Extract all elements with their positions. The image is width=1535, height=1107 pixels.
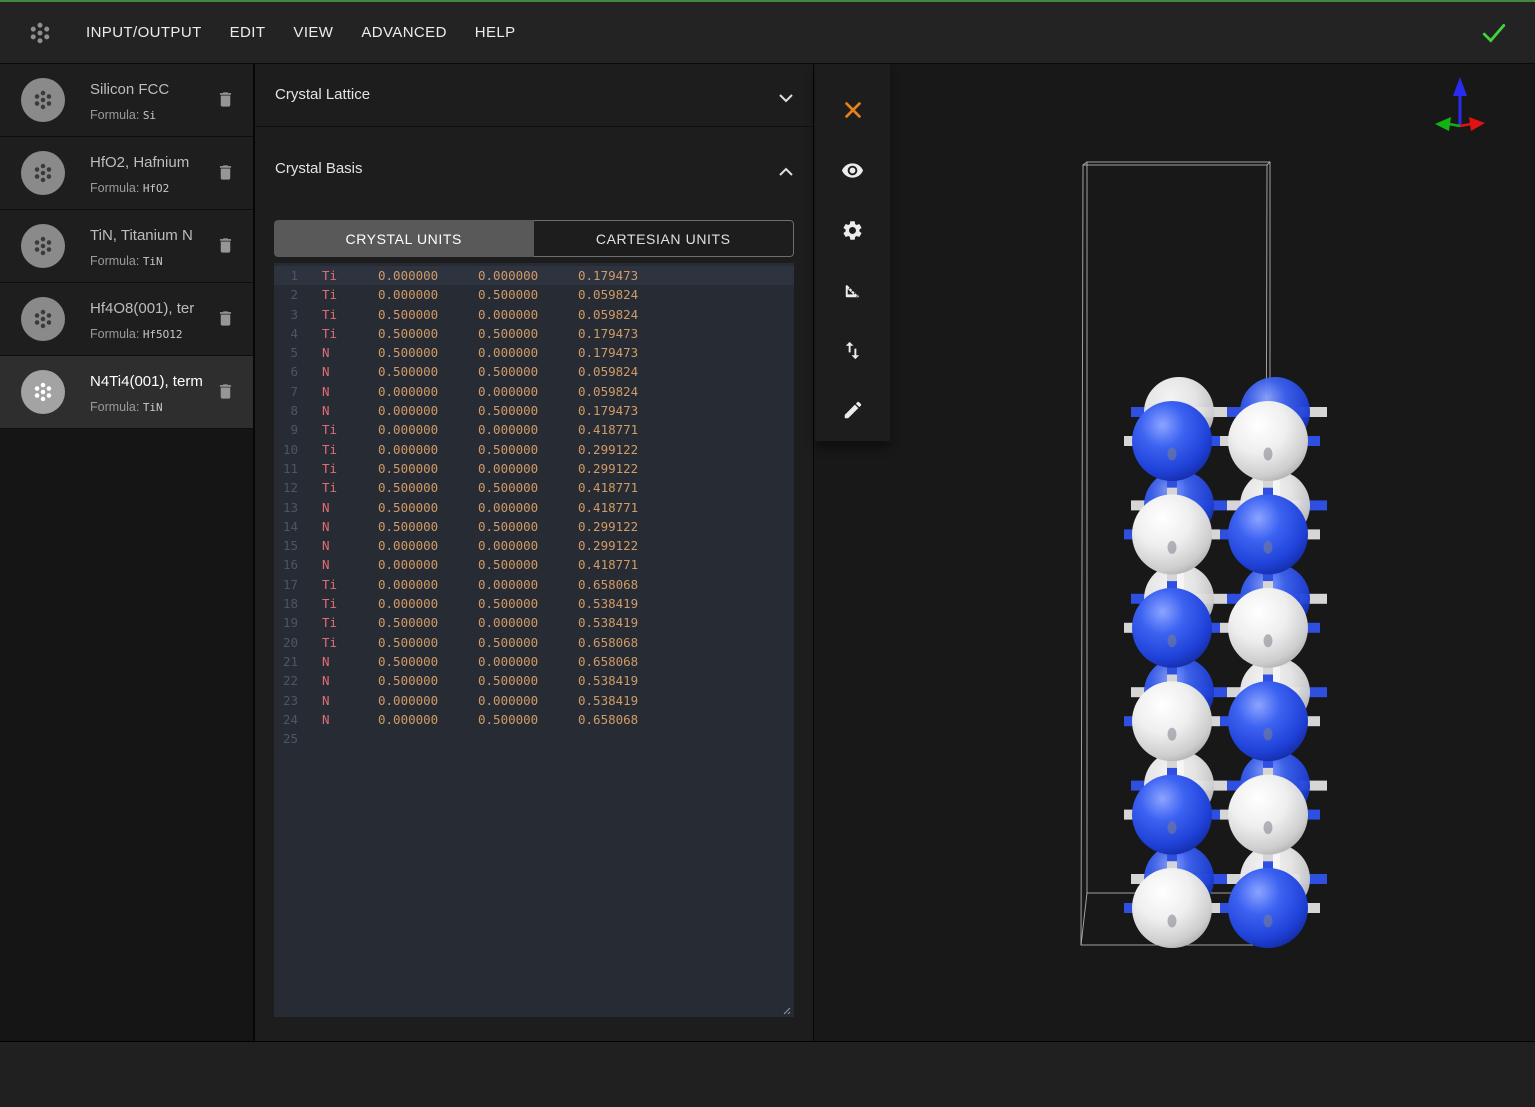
material-formula: Formula: TiN — [90, 400, 163, 414]
material-avatar-icon — [21, 151, 65, 195]
menu-input-output[interactable]: INPUT/OUTPUT — [86, 24, 202, 41]
edit-button[interactable] — [831, 388, 875, 432]
crystal-structure-canvas[interactable] — [815, 64, 1535, 1041]
chevron-up-icon[interactable] — [779, 163, 793, 172]
basis-row: 17Ti0.0000000.0000000.658068 — [274, 575, 794, 594]
basis-row: 4Ti0.5000000.5000000.179473 — [274, 324, 794, 343]
settings-button[interactable] — [831, 208, 875, 252]
basis-row: 16N0.0000000.5000000.418771 — [274, 555, 794, 574]
crystal-basis-title: Crystal Basis — [275, 160, 363, 177]
basis-row: 12Ti0.5000000.5000000.418771 — [274, 478, 794, 497]
app-logo-icon — [24, 17, 56, 49]
menu-edit[interactable]: EDIT — [230, 24, 266, 41]
pencil-icon — [842, 399, 864, 421]
source-editor-panel: Crystal Lattice Crystal Basis CRYSTAL UN… — [253, 64, 814, 1041]
material-list-item[interactable]: HfO2, Hafnium Formula: HfO2 — [0, 137, 253, 210]
basis-row: 25 — [274, 729, 794, 748]
basis-row: 10Ti0.0000000.5000000.299122 — [274, 440, 794, 459]
menu-bar: INPUT/OUTPUT EDIT VIEW ADVANCED HELP — [0, 0, 1535, 64]
editor-resize-handle[interactable] — [780, 1003, 791, 1014]
material-list-item[interactable]: Silicon FCC Formula: Si — [0, 64, 253, 137]
trash-icon — [216, 162, 235, 183]
material-list-item[interactable]: TiN, Titanium N Formula: TiN — [0, 210, 253, 283]
material-formula: Formula: Hf5O12 — [90, 327, 183, 341]
basis-row: 11Ti0.5000000.0000000.299122 — [274, 459, 794, 478]
material-title: Silicon FCC — [90, 81, 210, 98]
basis-row: 23N0.0000000.0000000.538419 — [274, 691, 794, 710]
trash-icon — [216, 235, 235, 256]
basis-row: 2Ti0.0000000.5000000.059824 — [274, 285, 794, 304]
basis-row: 3Ti0.5000000.0000000.059824 — [274, 305, 794, 324]
close-button[interactable] — [831, 88, 875, 132]
basis-row: 7N0.0000000.0000000.059824 — [274, 382, 794, 401]
material-avatar-icon — [21, 297, 65, 341]
trash-icon — [216, 308, 235, 329]
tab-cartesian-units[interactable]: CARTESIAN UNITS — [534, 220, 795, 257]
confirm-check-icon[interactable] — [1481, 22, 1507, 44]
basis-editor[interactable]: 1Ti0.0000000.0000000.1794732Ti0.0000000.… — [274, 263, 794, 1017]
chevron-down-icon[interactable] — [779, 90, 793, 99]
basis-row: 20Ti0.5000000.5000000.658068 — [274, 633, 794, 652]
trash-icon — [216, 89, 235, 110]
menu-help[interactable]: HELP — [475, 24, 516, 41]
material-list: Silicon FCC Formula: Si HfO2, Hafnium Form… — [0, 64, 253, 429]
visibility-button[interactable] — [831, 148, 875, 192]
delete-material-button[interactable] — [216, 381, 236, 403]
material-title: HfO2, Hafnium — [90, 154, 210, 171]
material-avatar-icon — [21, 224, 65, 268]
material-formula: Formula: HfO2 — [90, 181, 169, 195]
measure-button[interactable] — [831, 268, 875, 312]
basis-row: 19Ti0.5000000.0000000.538419 — [274, 613, 794, 632]
basis-row: 22N0.5000000.5000000.538419 — [274, 671, 794, 690]
materials-sidebar: Silicon FCC Formula: Si HfO2, Hafnium Form… — [0, 64, 253, 1041]
menu-advanced[interactable]: ADVANCED — [361, 24, 446, 41]
menu-view[interactable]: VIEW — [293, 24, 333, 41]
gear-icon — [841, 219, 864, 242]
material-title: Hf4O8(001), ter — [90, 300, 210, 317]
basis-row: 15N0.0000000.0000000.299122 — [274, 536, 794, 555]
delete-material-button[interactable] — [216, 89, 236, 111]
basis-row: 14N0.5000000.5000000.299122 — [274, 517, 794, 536]
swap-axes-button[interactable] — [831, 328, 875, 372]
crystal-lattice-title: Crystal Lattice — [275, 86, 370, 103]
swap-vertical-icon — [841, 339, 864, 362]
delete-material-button[interactable] — [216, 308, 236, 330]
viewer-toolbar — [815, 64, 890, 441]
basis-row: 24N0.0000000.5000000.658068 — [274, 710, 794, 729]
basis-row: 1Ti0.0000000.0000000.179473 — [274, 266, 794, 285]
crystal-lattice-header[interactable]: Crystal Lattice — [255, 64, 813, 127]
material-formula: Formula: Si — [90, 108, 156, 122]
material-avatar-icon — [21, 78, 65, 122]
basis-row: 9Ti0.0000000.0000000.418771 — [274, 420, 794, 439]
units-tab-group: CRYSTAL UNITS CARTESIAN UNITS — [274, 220, 794, 257]
crystal-basis-header[interactable]: Crystal Basis — [255, 127, 813, 201]
tab-crystal-units[interactable]: CRYSTAL UNITS — [274, 220, 534, 257]
basis-row: 8N0.0000000.5000000.179473 — [274, 401, 794, 420]
material-avatar-icon — [21, 370, 65, 414]
basis-row: 13N0.5000000.0000000.418771 — [274, 498, 794, 517]
basis-row: 21N0.5000000.0000000.658068 — [274, 652, 794, 671]
material-title: N4Ti4(001), term — [90, 373, 210, 390]
eye-icon — [841, 159, 864, 182]
basis-row: 6N0.5000000.5000000.059824 — [274, 362, 794, 381]
material-formula: Formula: TiN — [90, 254, 163, 268]
ruler-icon — [841, 279, 864, 302]
delete-material-button[interactable] — [216, 235, 236, 257]
trash-icon — [216, 381, 235, 402]
delete-material-button[interactable] — [216, 162, 236, 184]
material-list-item[interactable]: N4Ti4(001), term Formula: TiN — [0, 356, 253, 429]
material-title: TiN, Titanium N — [90, 227, 210, 244]
close-icon — [842, 99, 864, 121]
material-list-item[interactable]: Hf4O8(001), ter Formula: Hf5O12 — [0, 283, 253, 356]
axes-gizmo — [1435, 77, 1485, 131]
basis-row: 5N0.5000000.0000000.179473 — [274, 343, 794, 362]
basis-row: 18Ti0.0000000.5000000.538419 — [274, 594, 794, 613]
bottom-strip — [0, 1041, 1535, 1107]
menu-bar-items: INPUT/OUTPUT EDIT VIEW ADVANCED HELP — [86, 24, 516, 41]
basis-editor-lines: 1Ti0.0000000.0000000.1794732Ti0.0000000.… — [274, 266, 794, 748]
structure-viewport[interactable] — [815, 64, 1535, 1041]
